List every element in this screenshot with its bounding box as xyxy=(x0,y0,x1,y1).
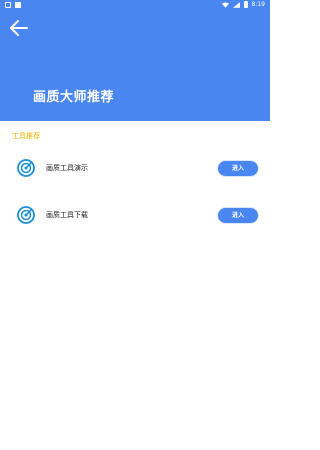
notification-icon xyxy=(5,2,11,8)
signal-icon xyxy=(232,1,240,8)
target-icon xyxy=(17,159,35,177)
status-time: 8:19 xyxy=(251,1,265,8)
tool-item-download[interactable]: 画质工具下载 进入 xyxy=(0,200,270,230)
app-notification-icon xyxy=(15,2,21,8)
enter-button[interactable]: 进入 xyxy=(218,208,258,223)
header-bar: 8:19 画质大师推荐 xyxy=(0,0,270,121)
battery-icon xyxy=(243,1,248,8)
section-title: 工具推荐 xyxy=(12,132,40,140)
target-icon xyxy=(17,206,35,224)
wifi-icon xyxy=(221,2,229,8)
enter-button[interactable]: 进入 xyxy=(218,161,258,176)
tool-item-demo[interactable]: 画质工具演示 进入 xyxy=(0,153,270,183)
tool-label: 画质工具演示 xyxy=(46,164,88,172)
tool-label: 画质工具下载 xyxy=(46,211,88,219)
page-title: 画质大师推荐 xyxy=(33,90,115,105)
status-bar: 8:19 xyxy=(0,0,270,11)
back-arrow-icon[interactable] xyxy=(9,19,29,37)
